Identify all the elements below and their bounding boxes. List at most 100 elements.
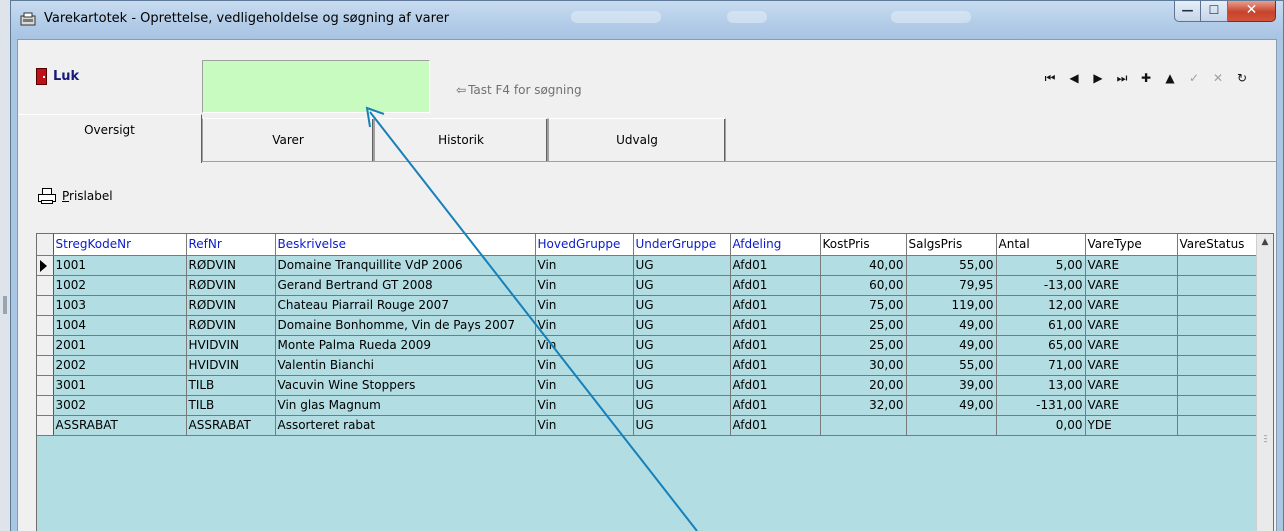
cell-stregkodenr[interactable]: 2002 — [53, 355, 187, 376]
column-header-hovedgruppe[interactable]: HovedGruppe — [535, 234, 634, 256]
cell-salgspris[interactable]: 49,00 — [906, 335, 997, 356]
column-header-stregkodenr[interactable]: StregKodeNr — [53, 234, 187, 256]
cell-afdeling[interactable]: Afd01 — [730, 255, 821, 276]
products-grid[interactable]: StregKodeNr RefNr Beskrivelse HovedGruppe Un… — [36, 233, 1274, 531]
cell-kostpris[interactable]: 75,00 — [820, 295, 907, 316]
cell-refnr[interactable]: HVIDVIN — [186, 335, 276, 356]
row-indicator[interactable] — [37, 295, 54, 316]
cell-salgspris[interactable]: 49,00 — [906, 395, 997, 416]
tab-oversigt[interactable]: Oversigt — [18, 114, 202, 163]
cell-varetype[interactable]: YDE — [1085, 415, 1178, 436]
cell-refnr[interactable]: TILB — [186, 395, 276, 416]
cell-beskrivelse[interactable]: Monte Palma Rueda 2009 — [275, 335, 536, 356]
table-row[interactable]: 3002 TILB Vin glas Magnum Vin UG Afd01 32,00 49… — [37, 395, 1273, 416]
table-row[interactable]: 1001 RØDVIN Domaine Tranquillite VdP 2006 V… — [37, 255, 1273, 276]
cell-beskrivelse[interactable]: Assorteret rabat — [275, 415, 536, 436]
cell-kostpris[interactable]: 25,00 — [820, 335, 907, 356]
cell-refnr[interactable]: TILB — [186, 375, 276, 396]
table-row[interactable]: 1004 RØDVIN Domaine Bonhomme, Vin de Pays … — [37, 315, 1273, 336]
cell-varestatus[interactable] — [1177, 395, 1268, 416]
table-row[interactable]: 2001 HVIDVIN Monte Palma Rueda 2009 Vin UG Af… — [37, 335, 1273, 356]
maximize-button[interactable]: ☐ — [1201, 1, 1228, 22]
cell-varetype[interactable]: VARE — [1085, 275, 1178, 296]
cell-salgspris[interactable]: 39,00 — [906, 375, 997, 396]
cell-refnr[interactable]: ASSRABAT — [186, 415, 276, 436]
post-record-button[interactable]: ✓ — [1182, 67, 1206, 89]
cell-hovedgruppe[interactable]: Vin — [535, 335, 634, 356]
cell-undergruppe[interactable]: UG — [633, 275, 731, 296]
title-bar[interactable]: Varekartotek - Oprettelse, vedligeholdel… — [11, 1, 1283, 39]
cell-beskrivelse[interactable]: Vin glas Magnum — [275, 395, 536, 416]
cell-undergruppe[interactable]: UG — [633, 415, 731, 436]
cell-refnr[interactable]: RØDVIN — [186, 315, 276, 336]
vertical-scrollbar[interactable]: ▲ – – – — [1256, 234, 1273, 531]
cell-undergruppe[interactable]: UG — [633, 315, 731, 336]
cell-hovedgruppe[interactable]: Vin — [535, 315, 634, 336]
column-header-kostpris[interactable]: KostPris — [820, 234, 907, 256]
cell-hovedgruppe[interactable]: Vin — [535, 255, 634, 276]
cell-afdeling[interactable]: Afd01 — [730, 375, 821, 396]
row-indicator[interactable] — [37, 255, 54, 276]
cell-stregkodenr[interactable]: 1002 — [53, 275, 187, 296]
search-input[interactable] — [202, 60, 430, 113]
first-record-button[interactable]: ⏮ — [1038, 67, 1062, 89]
cell-varetype[interactable]: VARE — [1085, 315, 1178, 336]
cell-afdeling[interactable]: Afd01 — [730, 275, 821, 296]
cell-afdeling[interactable]: Afd01 — [730, 295, 821, 316]
tab-historik[interactable]: Historik — [374, 118, 548, 162]
prev-record-button[interactable]: ◀ — [1062, 67, 1086, 89]
cell-kostpris[interactable]: 20,00 — [820, 375, 907, 396]
cell-kostpris[interactable]: 40,00 — [820, 255, 907, 276]
cell-kostpris[interactable]: 32,00 — [820, 395, 907, 416]
cell-salgspris[interactable]: 119,00 — [906, 295, 997, 316]
row-indicator[interactable] — [37, 315, 54, 336]
cell-undergruppe[interactable]: UG — [633, 355, 731, 376]
row-indicator[interactable] — [37, 355, 54, 376]
cell-antal[interactable]: 0,00 — [996, 415, 1086, 436]
column-header-beskrivelse[interactable]: Beskrivelse — [275, 234, 536, 256]
cell-beskrivelse[interactable]: Valentin Bianchi — [275, 355, 536, 376]
cell-beskrivelse[interactable]: Vacuvin Wine Stoppers — [275, 375, 536, 396]
close-window-button[interactable]: ✕ — [1228, 1, 1276, 22]
cell-varestatus[interactable] — [1177, 255, 1268, 276]
cell-antal[interactable]: 71,00 — [996, 355, 1086, 376]
table-row[interactable]: 2002 HVIDVIN Valentin Bianchi Vin UG Afd01 30,… — [37, 355, 1273, 376]
cell-stregkodenr[interactable]: 1001 — [53, 255, 187, 276]
cell-stregkodenr[interactable]: 3001 — [53, 375, 187, 396]
cell-stregkodenr[interactable]: ASSRABAT — [53, 415, 187, 436]
cell-beskrivelse[interactable]: Domaine Bonhomme, Vin de Pays 2007 — [275, 315, 536, 336]
cell-antal[interactable]: -131,00 — [996, 395, 1086, 416]
cell-hovedgruppe[interactable]: Vin — [535, 275, 634, 296]
column-header-varetype[interactable]: VareType — [1085, 234, 1178, 256]
cell-antal[interactable]: 12,00 — [996, 295, 1086, 316]
scroll-grip-icon[interactable]: – – – — [1261, 432, 1270, 446]
cell-varestatus[interactable] — [1177, 355, 1268, 376]
cell-salgspris[interactable]: 49,00 — [906, 315, 997, 336]
cell-afdeling[interactable]: Afd01 — [730, 335, 821, 356]
cell-varetype[interactable]: VARE — [1085, 295, 1178, 316]
column-header-refnr[interactable]: RefNr — [186, 234, 276, 256]
cell-varestatus[interactable] — [1177, 295, 1268, 316]
cell-antal[interactable]: 13,00 — [996, 375, 1086, 396]
cell-hovedgruppe[interactable]: Vin — [535, 295, 634, 316]
cell-varetype[interactable]: VARE — [1085, 375, 1178, 396]
cell-salgspris[interactable] — [906, 415, 997, 436]
cell-refnr[interactable]: RØDVIN — [186, 275, 276, 296]
cell-stregkodenr[interactable]: 1004 — [53, 315, 187, 336]
cell-kostpris[interactable]: 30,00 — [820, 355, 907, 376]
cancel-record-button[interactable]: ✕ — [1206, 67, 1230, 89]
table-row[interactable]: ASSRABAT ASSRABAT Assorteret rabat Vin UG Afd… — [37, 415, 1273, 436]
cell-undergruppe[interactable]: UG — [633, 255, 731, 276]
cell-beskrivelse[interactable]: Domaine Tranquillite VdP 2006 — [275, 255, 536, 276]
cell-afdeling[interactable]: Afd01 — [730, 415, 821, 436]
cell-afdeling[interactable]: Afd01 — [730, 395, 821, 416]
table-row[interactable]: 1003 RØDVIN Chateau Piarrail Rouge 2007 Vin… — [37, 295, 1273, 316]
cell-afdeling[interactable]: Afd01 — [730, 355, 821, 376]
last-record-button[interactable]: ⏭ — [1110, 67, 1134, 89]
scroll-up-icon[interactable]: ▲ — [1257, 237, 1273, 247]
cell-salgspris[interactable]: 55,00 — [906, 255, 997, 276]
cell-salgspris[interactable]: 55,00 — [906, 355, 997, 376]
cell-hovedgruppe[interactable]: Vin — [535, 375, 634, 396]
row-indicator[interactable] — [37, 275, 54, 296]
cell-antal[interactable]: -13,00 — [996, 275, 1086, 296]
